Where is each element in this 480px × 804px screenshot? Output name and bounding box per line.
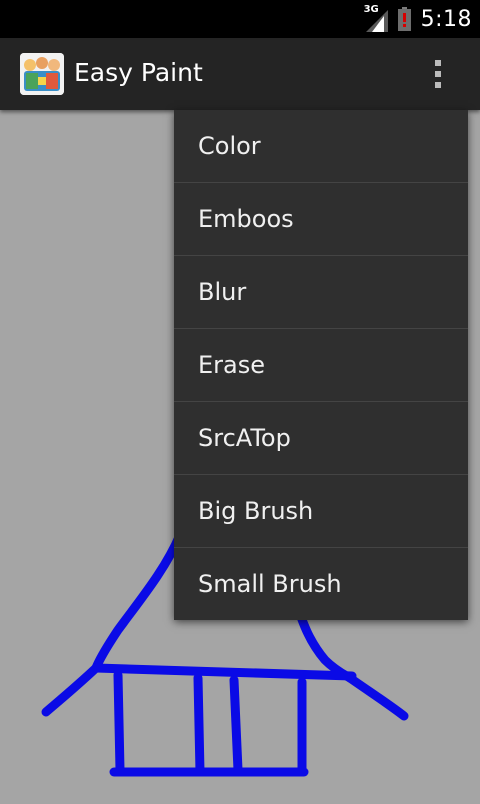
overflow-menu: Color Emboos Blur Erase SrcATop Big Brus… <box>174 110 468 620</box>
menu-item-big-brush[interactable]: Big Brush <box>174 475 468 548</box>
app-title: Easy Paint <box>74 58 203 87</box>
app-icon[interactable] <box>20 53 64 95</box>
status-bar: 3G 5:18 <box>0 0 480 38</box>
battery-alert-icon <box>397 7 411 31</box>
menu-item-erase[interactable]: Erase <box>174 329 468 402</box>
menu-item-emboss[interactable]: Emboos <box>174 183 468 256</box>
menu-item-color[interactable]: Color <box>174 110 468 183</box>
menu-item-blur[interactable]: Blur <box>174 256 468 329</box>
action-bar: Easy Paint <box>0 38 480 110</box>
signal-icon: 3G <box>364 4 390 32</box>
menu-item-srcatop[interactable]: SrcATop <box>174 402 468 475</box>
overflow-menu-icon[interactable] <box>418 52 458 96</box>
menu-item-small-brush[interactable]: Small Brush <box>174 548 468 620</box>
status-icons: 3G 5:18 <box>364 0 472 38</box>
status-clock: 5:18 <box>420 6 472 32</box>
